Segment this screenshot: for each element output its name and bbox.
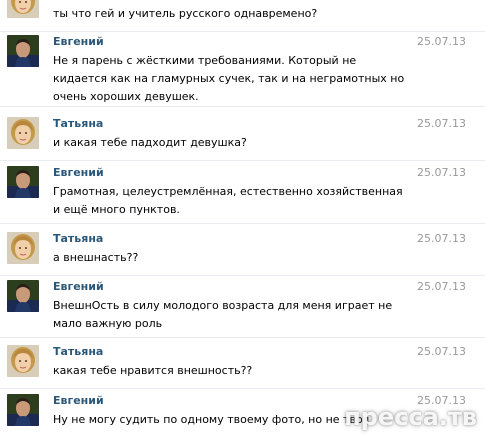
message-date: 25.07.13 [417, 166, 466, 179]
message-item: Евгений 25.07.13 ВнешнОсть в силу молодо… [0, 280, 485, 338]
message-text: ВнешнОсть в силу молодого возраста для м… [53, 299, 393, 330]
female-avatar[interactable] [7, 345, 39, 377]
author-name[interactable]: Татьяна [53, 232, 103, 245]
author-name[interactable]: Евгений [53, 166, 104, 179]
message-item: Татьяна 25.07.13 какая тебе нравится вне… [0, 345, 485, 389]
message-date: 25.07.13 [417, 35, 466, 48]
message-item: Евгений 25.07.13 Грамотная, целеустремлё… [0, 166, 485, 224]
message-item: Татьяна 25.07.13 и какая тебе падходит д… [0, 117, 485, 161]
male-avatar[interactable] [7, 280, 39, 312]
female-avatar[interactable] [7, 0, 39, 18]
message-text: и какая тебе падходит девушка? [53, 136, 247, 149]
female-avatar[interactable] [7, 232, 39, 264]
message-date: 25.07.13 [417, 345, 466, 358]
message-item: Евгений 25.07.13 Не я парень с жёсткими … [0, 35, 485, 107]
message-thread: ты что гей и учитель русского однавремен… [0, 0, 485, 436]
message-text: а внешнасть?? [53, 251, 139, 264]
message-item: Татьяна 25.07.13 а внешнасть?? [0, 232, 485, 276]
female-avatar[interactable] [7, 117, 39, 149]
author-name[interactable]: Евгений [53, 35, 104, 48]
male-avatar[interactable] [7, 166, 39, 198]
male-avatar[interactable] [7, 35, 39, 67]
male-avatar[interactable] [7, 394, 39, 426]
message-date: 25.07.13 [417, 117, 466, 130]
message-text: какая тебе нравится внешность?? [53, 364, 253, 377]
message-text: Не я парень с жёсткими требованиями. Кот… [53, 54, 405, 103]
message-text: Грамотная, целеустремлённая, естественно… [53, 185, 403, 216]
message-date: 25.07.13 [417, 280, 466, 293]
message-date: 25.07.13 [417, 232, 466, 245]
author-name[interactable]: Евгений [53, 394, 104, 407]
author-name[interactable]: Татьяна [53, 117, 103, 130]
message-item: ты что гей и учитель русского однавремен… [0, 0, 485, 32]
author-name[interactable]: Татьяна [53, 345, 103, 358]
author-name[interactable]: Евгений [53, 280, 104, 293]
message-text: Ну не могу судить по одному твоему фото,… [53, 413, 370, 426]
message-item: Евгений 25.07.13 Ну не могу судить по од… [0, 394, 485, 436]
message-text: ты что гей и учитель русского однавремен… [53, 7, 318, 20]
message-date: 25.07.13 [417, 394, 466, 407]
